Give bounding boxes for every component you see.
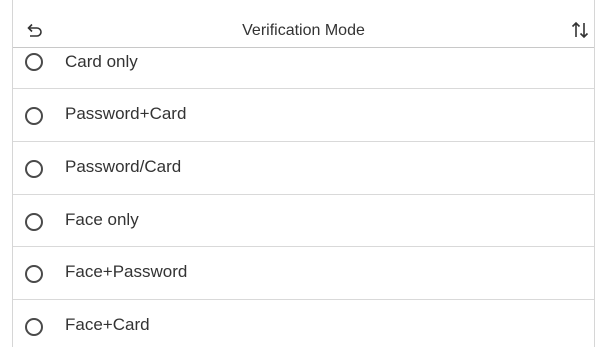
radio-button[interactable] xyxy=(25,318,43,337)
option-label: Face+Password xyxy=(65,262,188,282)
option-password-or-card[interactable]: Password/Card xyxy=(13,142,594,195)
verification-mode-screen: Verification Mode Card only Password+Car… xyxy=(12,0,595,347)
radio-button[interactable] xyxy=(25,159,43,178)
radio-button[interactable] xyxy=(25,107,43,125)
option-label: Face+Card xyxy=(65,315,150,335)
radio-button[interactable] xyxy=(25,53,43,71)
option-label: Card only xyxy=(65,52,138,71)
option-face-only[interactable]: Face only xyxy=(13,195,594,248)
option-label: Face only xyxy=(65,209,139,229)
option-password-card[interactable]: Password+Card xyxy=(13,89,594,142)
option-card-only[interactable]: Card only xyxy=(13,37,594,89)
option-label: Password/Card xyxy=(65,156,182,176)
radio-button[interactable] xyxy=(25,265,43,284)
verification-mode-list: Card only Password+Card Password/Card Fa… xyxy=(13,37,594,347)
option-face-card[interactable]: Face+Card xyxy=(13,300,594,347)
radio-button[interactable] xyxy=(25,212,43,231)
option-label: Password+Card xyxy=(65,104,187,123)
option-face-password[interactable]: Face+Password xyxy=(13,247,594,301)
